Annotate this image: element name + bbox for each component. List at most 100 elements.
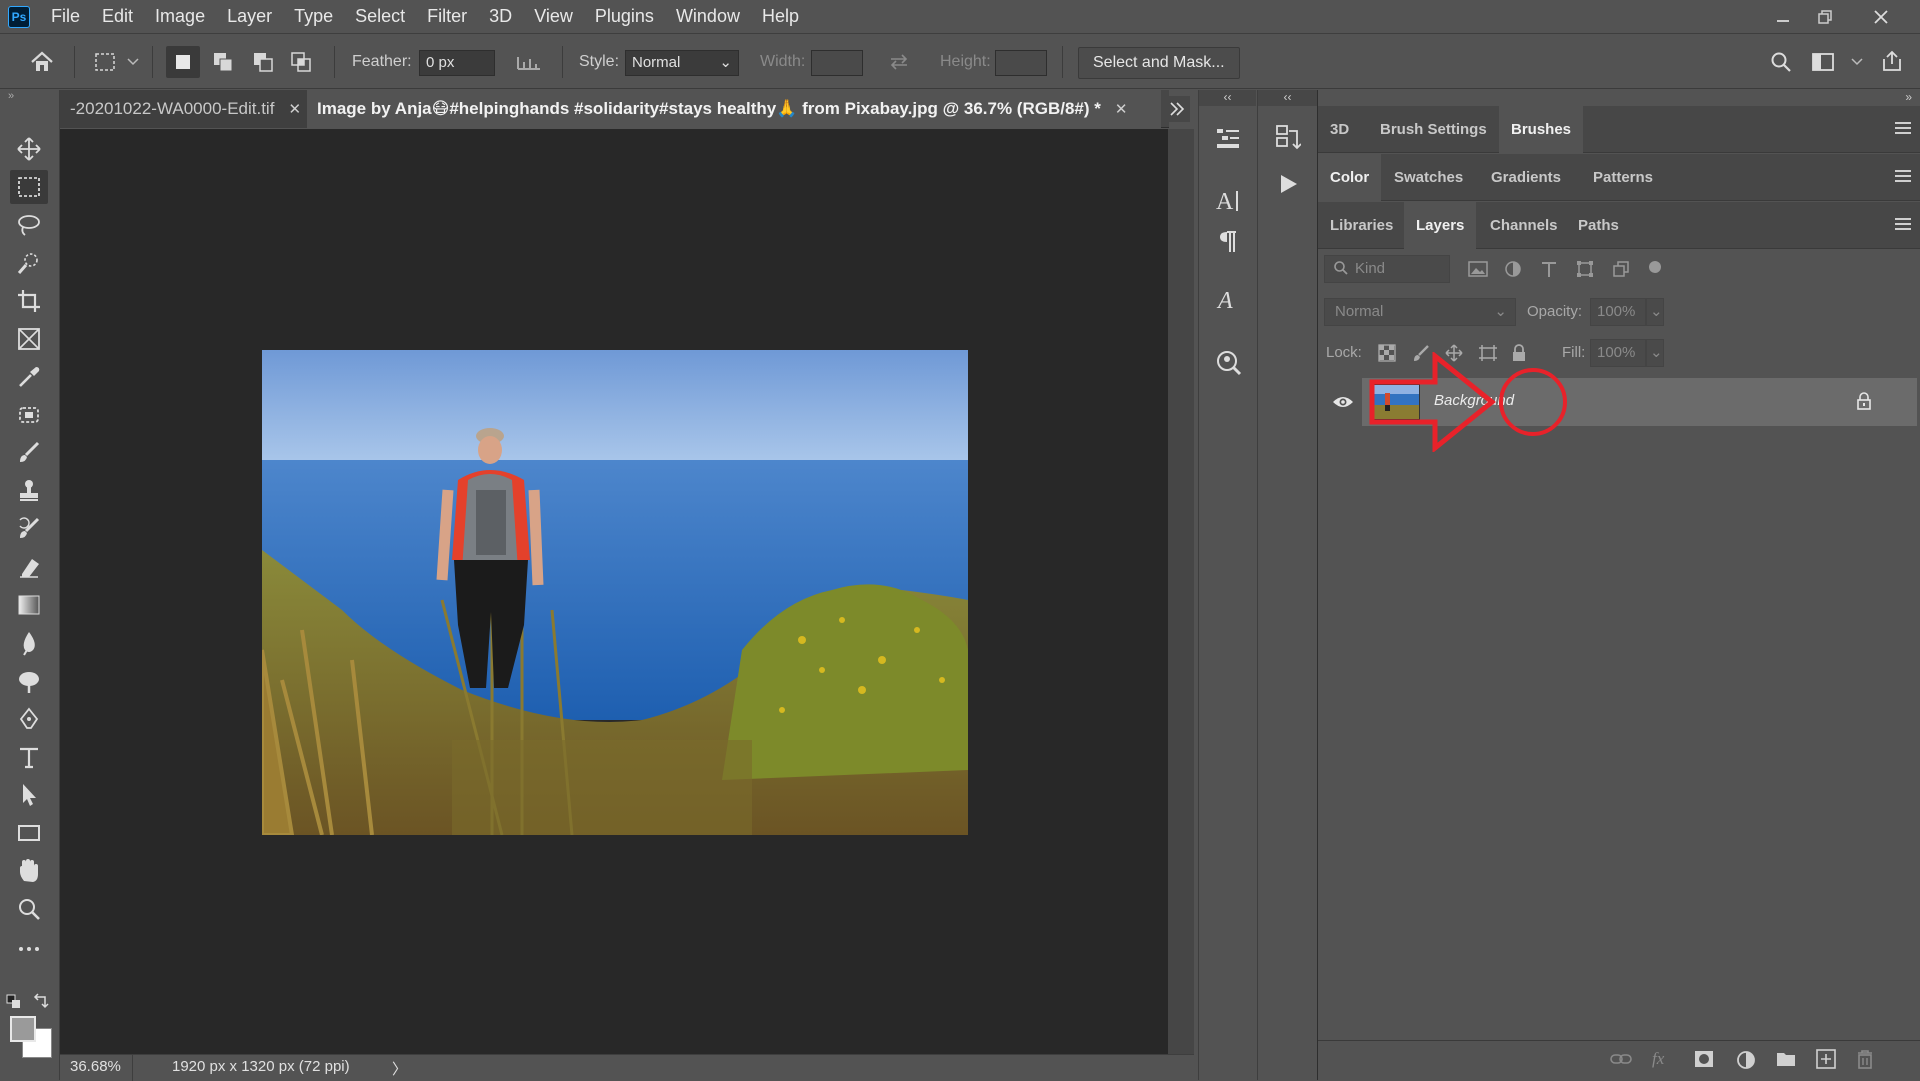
blend-mode-select[interactable]: Normal ⌄ xyxy=(1324,298,1516,326)
close-window-icon[interactable] xyxy=(1860,0,1902,33)
collapse-panels-icon[interactable]: » xyxy=(1905,90,1912,104)
anti-alias-icon[interactable] xyxy=(512,48,546,76)
play-actions-icon[interactable] xyxy=(1258,162,1318,206)
chevron-down-icon[interactable] xyxy=(126,52,140,72)
move-tool-icon[interactable] xyxy=(10,132,48,166)
filter-adjustment-icon[interactable] xyxy=(1504,260,1522,278)
tab-document-2[interactable]: Image by Anja😷#helpinghands #solidarity#… xyxy=(307,90,1161,128)
tab-color[interactable]: Color xyxy=(1318,154,1382,201)
tab-overflow-icon[interactable] xyxy=(1164,96,1190,122)
filter-pixel-icon[interactable] xyxy=(1468,260,1488,278)
add-mask-icon[interactable] xyxy=(1694,1050,1714,1068)
chevron-down-icon[interactable] xyxy=(1850,54,1864,70)
opacity-input[interactable]: 100% xyxy=(1590,298,1646,326)
layer-lock-icon[interactable] xyxy=(1856,391,1872,411)
share-icon[interactable] xyxy=(1876,46,1908,76)
new-adjustment-layer-icon[interactable] xyxy=(1736,1050,1756,1070)
close-tab-icon[interactable]: ✕ xyxy=(1115,101,1128,118)
link-layers-icon[interactable] xyxy=(1610,1051,1632,1067)
canvas-area[interactable] xyxy=(60,129,1168,1054)
tab-brushes[interactable]: Brushes xyxy=(1499,106,1584,153)
tab-libraries[interactable]: Libraries xyxy=(1318,202,1405,249)
layer-style-fx-icon[interactable]: fx xyxy=(1652,1049,1664,1069)
vertical-scrollbar[interactable] xyxy=(1168,129,1194,1054)
menu-image[interactable]: Image xyxy=(144,0,216,33)
intersect-selection-icon[interactable] xyxy=(284,46,318,78)
history-brush-tool-icon[interactable] xyxy=(10,512,48,546)
dodge-tool-icon[interactable] xyxy=(10,664,48,698)
document-image[interactable] xyxy=(262,350,968,835)
properties-panel-icon[interactable] xyxy=(1199,116,1257,160)
more-tools-icon[interactable] xyxy=(10,932,48,966)
eraser-tool-icon[interactable] xyxy=(10,550,48,584)
tab-gradients[interactable]: Gradients xyxy=(1479,154,1573,201)
chevron-down-icon[interactable]: ⌄ xyxy=(1646,339,1664,367)
fill-input[interactable]: 100% xyxy=(1590,339,1646,367)
spot-healing-tool-icon[interactable] xyxy=(10,398,48,432)
blur-tool-icon[interactable] xyxy=(10,626,48,660)
expand-icon[interactable]: » xyxy=(8,90,28,104)
minimize-icon[interactable] xyxy=(1762,0,1804,33)
add-to-selection-icon[interactable] xyxy=(206,46,240,78)
rectangle-tool-icon[interactable] xyxy=(10,816,48,850)
menu-edit[interactable]: Edit xyxy=(91,0,144,33)
foreground-color-swatch[interactable] xyxy=(10,1016,36,1042)
zoom-level[interactable]: 36.68% xyxy=(70,1058,121,1075)
eyedropper-tool-icon[interactable] xyxy=(10,360,48,394)
panel-menu-icon[interactable] xyxy=(1895,122,1911,137)
delete-layer-trash-icon[interactable] xyxy=(1856,1049,1874,1069)
default-colors-icon[interactable] xyxy=(6,994,22,1010)
tab-brush-settings[interactable]: Brush Settings xyxy=(1368,106,1499,153)
tab-layers[interactable]: Layers xyxy=(1404,202,1477,249)
tab-channels[interactable]: Channels xyxy=(1478,202,1570,249)
learn-panel-icon[interactable] xyxy=(1199,340,1257,384)
tab-swatches[interactable]: Swatches xyxy=(1382,154,1475,201)
width-input[interactable] xyxy=(811,50,863,76)
feather-input[interactable]: 0 px xyxy=(419,50,495,76)
close-tab-icon[interactable]: ✕ xyxy=(288,101,301,118)
pen-tool-icon[interactable] xyxy=(10,702,48,736)
character-panel-icon[interactable]: A xyxy=(1199,178,1257,222)
status-menu-icon[interactable]: 〉 xyxy=(392,1058,407,1079)
hand-tool-icon[interactable] xyxy=(10,854,48,888)
filter-toggle-icon[interactable] xyxy=(1649,261,1661,273)
collapse-icon[interactable]: ‹‹ xyxy=(1258,90,1317,106)
glyphs-panel-icon[interactable]: A xyxy=(1199,278,1257,322)
menu-filter[interactable]: Filter xyxy=(416,0,478,33)
workspace-icon[interactable] xyxy=(1808,48,1838,76)
marquee-preset-icon[interactable] xyxy=(90,48,120,76)
panel-menu-icon[interactable] xyxy=(1895,170,1911,185)
menu-plugins[interactable]: Plugins xyxy=(584,0,665,33)
path-selection-tool-icon[interactable] xyxy=(10,778,48,812)
menu-help[interactable]: Help xyxy=(751,0,810,33)
restore-icon[interactable] xyxy=(1804,0,1846,33)
tab-patterns[interactable]: Patterns xyxy=(1581,154,1665,201)
new-group-folder-icon[interactable] xyxy=(1776,1051,1796,1067)
filter-shape-icon[interactable] xyxy=(1576,260,1594,278)
menu-3d[interactable]: 3D xyxy=(478,0,523,33)
tab-document-1[interactable]: -20201022-WA0000-Edit.tif ✕ xyxy=(60,90,312,128)
tab-paths[interactable]: Paths xyxy=(1566,202,1631,249)
rectangular-marquee-tool-icon[interactable] xyxy=(10,170,48,204)
filter-type-icon[interactable] xyxy=(1540,260,1558,278)
panel-menu-icon[interactable] xyxy=(1895,218,1911,233)
crop-tool-icon[interactable] xyxy=(10,284,48,318)
visibility-eye-icon[interactable] xyxy=(1332,394,1354,410)
gradient-tool-icon[interactable] xyxy=(10,588,48,622)
height-input[interactable] xyxy=(995,50,1047,76)
menu-file[interactable]: File xyxy=(40,0,91,33)
new-selection-icon[interactable] xyxy=(166,46,200,78)
frame-tool-icon[interactable] xyxy=(10,322,48,356)
zoom-tool-icon[interactable] xyxy=(10,892,48,926)
subtract-from-selection-icon[interactable] xyxy=(246,46,280,78)
chevron-down-icon[interactable]: ⌄ xyxy=(1646,298,1664,326)
new-layer-icon[interactable] xyxy=(1816,1049,1836,1069)
home-icon[interactable] xyxy=(26,48,58,76)
layer-filter-kind[interactable]: Kind xyxy=(1324,255,1450,283)
menu-window[interactable]: Window xyxy=(665,0,751,33)
select-and-mask-button[interactable]: Select and Mask... xyxy=(1078,47,1240,79)
lasso-tool-icon[interactable] xyxy=(10,208,48,242)
tab-3d[interactable]: 3D xyxy=(1318,106,1361,153)
collapse-icon[interactable]: ‹‹ xyxy=(1199,90,1256,106)
search-icon[interactable] xyxy=(1766,48,1796,76)
